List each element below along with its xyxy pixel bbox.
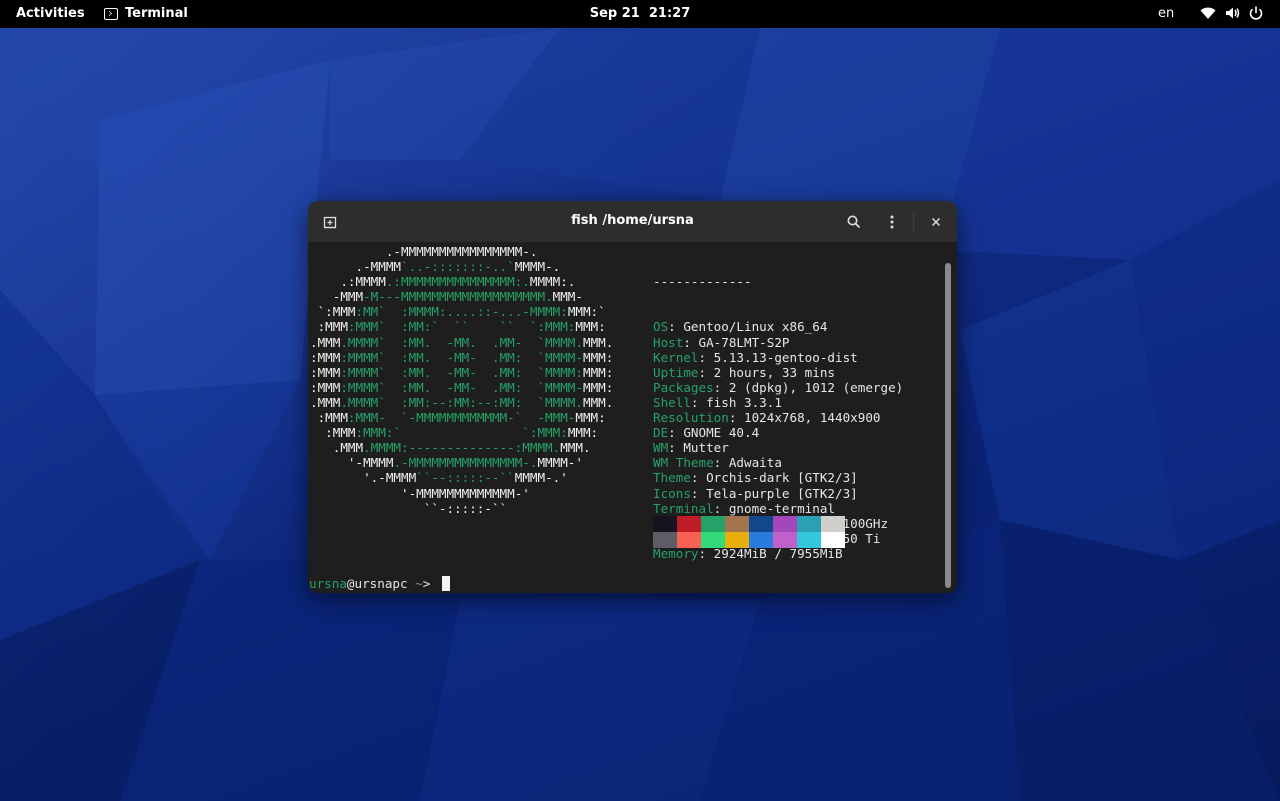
info-row: WM Theme: Adwaita	[653, 455, 782, 471]
info-key: Resolution	[653, 410, 729, 426]
prompt-host: @ursnapc	[346, 576, 408, 591]
info-key: Shell	[653, 394, 691, 410]
info-row: Uptime: 2 hours, 33 mins	[653, 364, 835, 380]
prompt-dir: ~	[407, 576, 423, 591]
window-titlebar[interactable]: fish /home/ursna	[308, 201, 957, 242]
info-value: Adwaita	[728, 455, 782, 471]
close-icon[interactable]	[925, 211, 947, 233]
palette-dark-swatch	[773, 516, 797, 532]
activities-button[interactable]: Activities	[16, 6, 85, 21]
palette-dark-swatch	[725, 516, 749, 532]
info-value: 2 hours, 33 mins	[713, 364, 835, 380]
info-separator: -------------	[653, 274, 752, 290]
info-key: Packages	[653, 379, 714, 395]
system-tray[interactable]	[1200, 5, 1264, 21]
power-icon[interactable]	[1248, 5, 1264, 21]
top-bar: Activities Terminal Sep 21 21:27 en	[0, 0, 1280, 28]
palette-dark-swatch	[821, 516, 845, 532]
palette-bright-swatch	[725, 532, 749, 548]
palette-dark-swatch	[749, 516, 773, 532]
info-key: Terminal	[653, 500, 714, 516]
palette-bright-swatch	[677, 532, 701, 548]
palette-bright-swatch	[701, 532, 725, 548]
info-value: GNOME 40.4	[683, 425, 760, 441]
palette-dark-swatch	[677, 516, 701, 532]
shell-prompt[interactable]: ursna@ursnapc ~>	[309, 576, 450, 591]
menu-icon[interactable]	[881, 211, 903, 233]
palette-bright-swatch	[749, 532, 773, 548]
info-key: Memory	[653, 545, 699, 561]
info-key: DE	[653, 425, 669, 441]
terminal-content[interactable]: .-MMMMMMMMMMMMMMMM-. .-MMMM`..-:::::::-.…	[308, 242, 957, 593]
palette-dark-swatch	[797, 516, 821, 532]
info-row: OS: Gentoo/Linux x86_64	[653, 319, 828, 335]
palette-row-bright	[653, 532, 845, 548]
info-key: Uptime	[653, 364, 699, 380]
app-menu-label: Terminal	[125, 6, 188, 21]
terminal-scrollbar[interactable]	[945, 263, 951, 588]
info-value: 5.13.13-gentoo-dist	[713, 349, 858, 365]
palette-bright-swatch	[821, 532, 845, 548]
info-value: Orchis-dark [GTK2/3]	[706, 470, 858, 486]
info-key: OS	[653, 319, 669, 335]
prompt-user: ursna	[309, 576, 347, 591]
info-value: 2 (dpkg), 1012 (emerge)	[728, 379, 904, 395]
info-key: WM	[653, 440, 669, 456]
color-palette	[653, 516, 845, 548]
info-key: Icons	[653, 485, 691, 501]
info-value: gnome-terminal	[728, 500, 835, 516]
palette-dark-swatch	[701, 516, 725, 532]
info-row: Host: GA-78LMT-S2P	[653, 334, 790, 350]
info-row: Icons: Tela-purple [GTK2/3]	[653, 485, 858, 501]
info-row: Packages: 2 (dpkg), 1012 (emerge)	[653, 379, 904, 395]
volume-icon[interactable]	[1224, 5, 1240, 21]
text-cursor	[441, 576, 450, 591]
gentoo-ascii-logo: .-MMMMMMMMMMMMMMMM-. .-MMMM`..-:::::::-.…	[310, 244, 614, 516]
info-row: Theme: Orchis-dark [GTK2/3]	[653, 470, 858, 486]
info-key: Kernel	[653, 349, 699, 365]
wifi-icon[interactable]	[1200, 5, 1216, 21]
info-value: 2924MiB / 7955MiB	[713, 545, 843, 561]
info-row: Resolution: 1024x768, 1440x900	[653, 410, 881, 426]
info-row: Terminal: gnome-terminal	[653, 500, 835, 516]
titlebar-separator	[913, 211, 914, 233]
info-value: Mutter	[683, 440, 729, 456]
info-row: Shell: fish 3.3.1	[653, 394, 782, 410]
info-value: fish 3.3.1	[706, 394, 782, 410]
clock[interactable]: Sep 21 21:27	[590, 6, 691, 21]
info-value: 1024x768, 1440x900	[744, 410, 881, 426]
info-key: Host	[653, 334, 684, 350]
palette-row-dark	[653, 516, 845, 532]
info-row: WM: Mutter	[653, 440, 729, 456]
palette-bright-swatch	[797, 532, 821, 548]
clock-container: Sep 21 21:27	[0, 6, 1280, 21]
palette-bright-swatch	[653, 532, 677, 548]
info-row: Memory: 2924MiB / 7955MiB	[653, 545, 843, 561]
info-row: DE: GNOME 40.4	[653, 425, 760, 441]
terminal-window[interactable]: fish /home/ursna .-MMMMMMMMMMMMMMMM-. .-…	[308, 201, 957, 593]
terminal-app-icon	[104, 7, 118, 20]
prompt-symbol: >	[422, 576, 438, 591]
new-tab-icon[interactable]	[319, 211, 341, 233]
keyboard-language-indicator[interactable]: en	[1158, 6, 1174, 21]
info-row: Kernel: 5.13.13-gentoo-dist	[653, 349, 858, 365]
palette-dark-swatch	[653, 516, 677, 532]
search-icon[interactable]	[843, 211, 865, 233]
app-menu-button[interactable]: Terminal	[104, 6, 188, 21]
info-value: GA-78LMT-S2P	[698, 334, 790, 350]
palette-bright-swatch	[773, 532, 797, 548]
info-value: Tela-purple [GTK2/3]	[706, 485, 858, 501]
info-value: Gentoo/Linux x86_64	[683, 319, 828, 335]
info-key: WM Theme	[653, 455, 714, 471]
info-key: Theme	[653, 470, 691, 486]
